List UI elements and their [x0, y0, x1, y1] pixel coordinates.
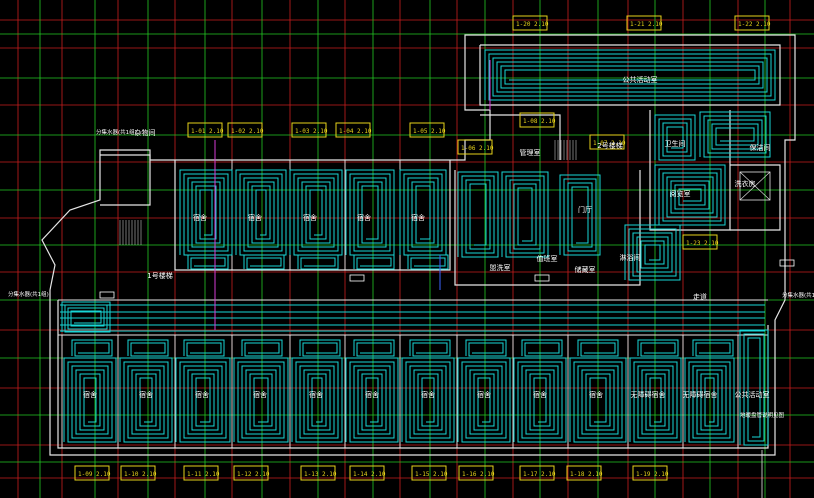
loop-tag-text: 1-10 2.10 — [124, 471, 157, 478]
room-label: 公共活动室 — [735, 390, 770, 399]
loop-tag-text: 1-16 2.10 — [462, 471, 495, 478]
loop-tag-text: 1-21 2.10 — [630, 21, 663, 28]
plan-note: 分集水器(共1组) — [782, 291, 814, 299]
room-label: 宿舍 — [248, 213, 262, 222]
room-label: 杂物间 — [135, 128, 156, 137]
loop-tag-text: 1-04 2.10 — [339, 128, 372, 135]
room-label: 阅览室 — [670, 189, 691, 198]
room-label: 1号楼梯 — [147, 271, 172, 280]
room-label: 宿舍 — [139, 390, 153, 399]
plan-note: 地暖盘管说明见图 — [740, 411, 785, 419]
room-label: 宿舍 — [411, 213, 425, 222]
room-label: 洗衣房 — [735, 179, 756, 188]
loop-tag-text: 1-08 2.10 — [523, 118, 556, 125]
room-label: 宿舍 — [303, 213, 317, 222]
room-label: 宿舍 — [195, 390, 209, 399]
loop-tag-text: 1-01 2.10 — [191, 128, 224, 135]
loop-tag-text: 1-02 2.10 — [231, 128, 264, 135]
room-label: 宿舍 — [193, 213, 207, 222]
loop-tag-text: 1-12 2.10 — [237, 471, 270, 478]
room-label: 走道 — [693, 292, 707, 301]
room-label: 盥洗室 — [490, 263, 511, 272]
loop-tag-text: 1-19 2.10 — [636, 471, 669, 478]
room-label: 公共活动室 — [623, 75, 658, 84]
loop-tag-text: 1-05 2.10 — [413, 128, 446, 135]
loop-tag-text: 1-20 2.10 — [516, 21, 549, 28]
loop-tag-text: 1-11 2.10 — [187, 471, 220, 478]
room-label: 门厅 — [578, 205, 592, 214]
room-label: 保洁间 — [750, 143, 771, 152]
room-label: 值班室 — [537, 254, 558, 263]
room-label: 2号楼梯 — [597, 141, 622, 150]
room-label: 宿舍 — [309, 390, 323, 399]
floor-plan-canvas: 1-01 2.10 1-02 2.10 1-03 2.10 1-04 2.10 1-05… — [0, 0, 814, 498]
room-label: 宿舍 — [83, 390, 97, 399]
loop-tag-text: 1-23 2.10 — [686, 240, 719, 247]
room-label: 宿舍 — [357, 213, 371, 222]
loop-tag-text: 1-09 2.10 — [78, 471, 111, 478]
room-label: 淋浴间 — [620, 253, 641, 262]
plan-note: 分集水器(共1组) — [96, 128, 137, 136]
room-label: 管理室 — [520, 148, 541, 157]
room-label: 宿舍 — [477, 390, 491, 399]
room-label: 宿舍 — [533, 390, 547, 399]
room-label: 宿舍 — [421, 390, 435, 399]
loop-tag-text: 1-17 2.10 — [523, 471, 556, 478]
room-label: 宿舍 — [589, 390, 603, 399]
room-label: 宿舍 — [365, 390, 379, 399]
loop-tag-text: 1-06 2.10 — [461, 145, 494, 152]
plan-note: 分集水器(共1组) — [8, 290, 49, 298]
loop-tag-text: 1-15 2.10 — [415, 471, 448, 478]
loop-tag-text: 1-03 2.10 — [295, 128, 328, 135]
loop-tag-text: 1-14 2.10 — [353, 471, 386, 478]
loop-tag-text: 1-22 2.10 — [738, 21, 771, 28]
loop-tag-text: 1-18 2.10 — [570, 471, 603, 478]
loop-tag-text: 1-13 2.10 — [304, 471, 337, 478]
room-label: 储藏室 — [575, 265, 596, 274]
room-label: 无障碍宿舍 — [683, 390, 718, 399]
room-label: 宿舍 — [253, 390, 267, 399]
room-label: 卫生间 — [665, 139, 686, 148]
room-label: 无障碍宿舍 — [631, 390, 666, 399]
